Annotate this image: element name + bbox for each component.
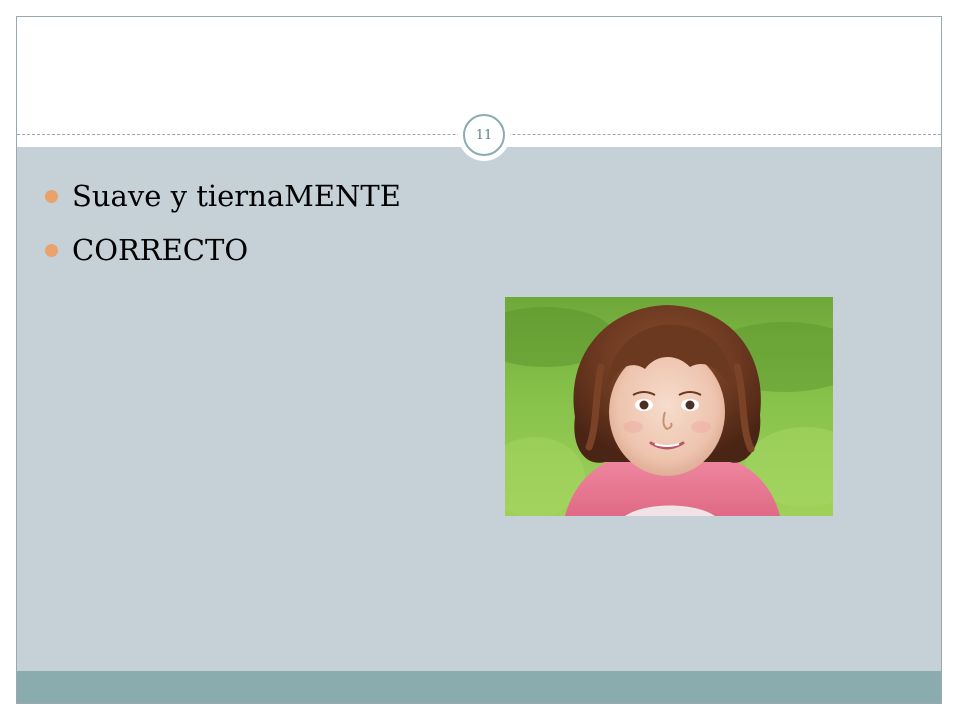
bullet-item: CORRECTO [45,223,401,277]
bullet-icon [45,243,58,257]
bullet-list: Suave y tiernaMENTE CORRECTO [45,169,401,277]
page-number-badge: 11 [458,109,510,161]
girl-photo [505,297,833,516]
footer-bar [17,671,941,703]
page-number: 11 [463,114,505,156]
bullet-item: Suave y tiernaMENTE [45,169,401,223]
bullet-text: Suave y tiernaMENTE [72,179,401,213]
slide: 11 Suave y tiernaMENTE CORRECTO [16,16,942,704]
bullet-text: CORRECTO [72,233,249,267]
bullet-icon [45,189,58,203]
